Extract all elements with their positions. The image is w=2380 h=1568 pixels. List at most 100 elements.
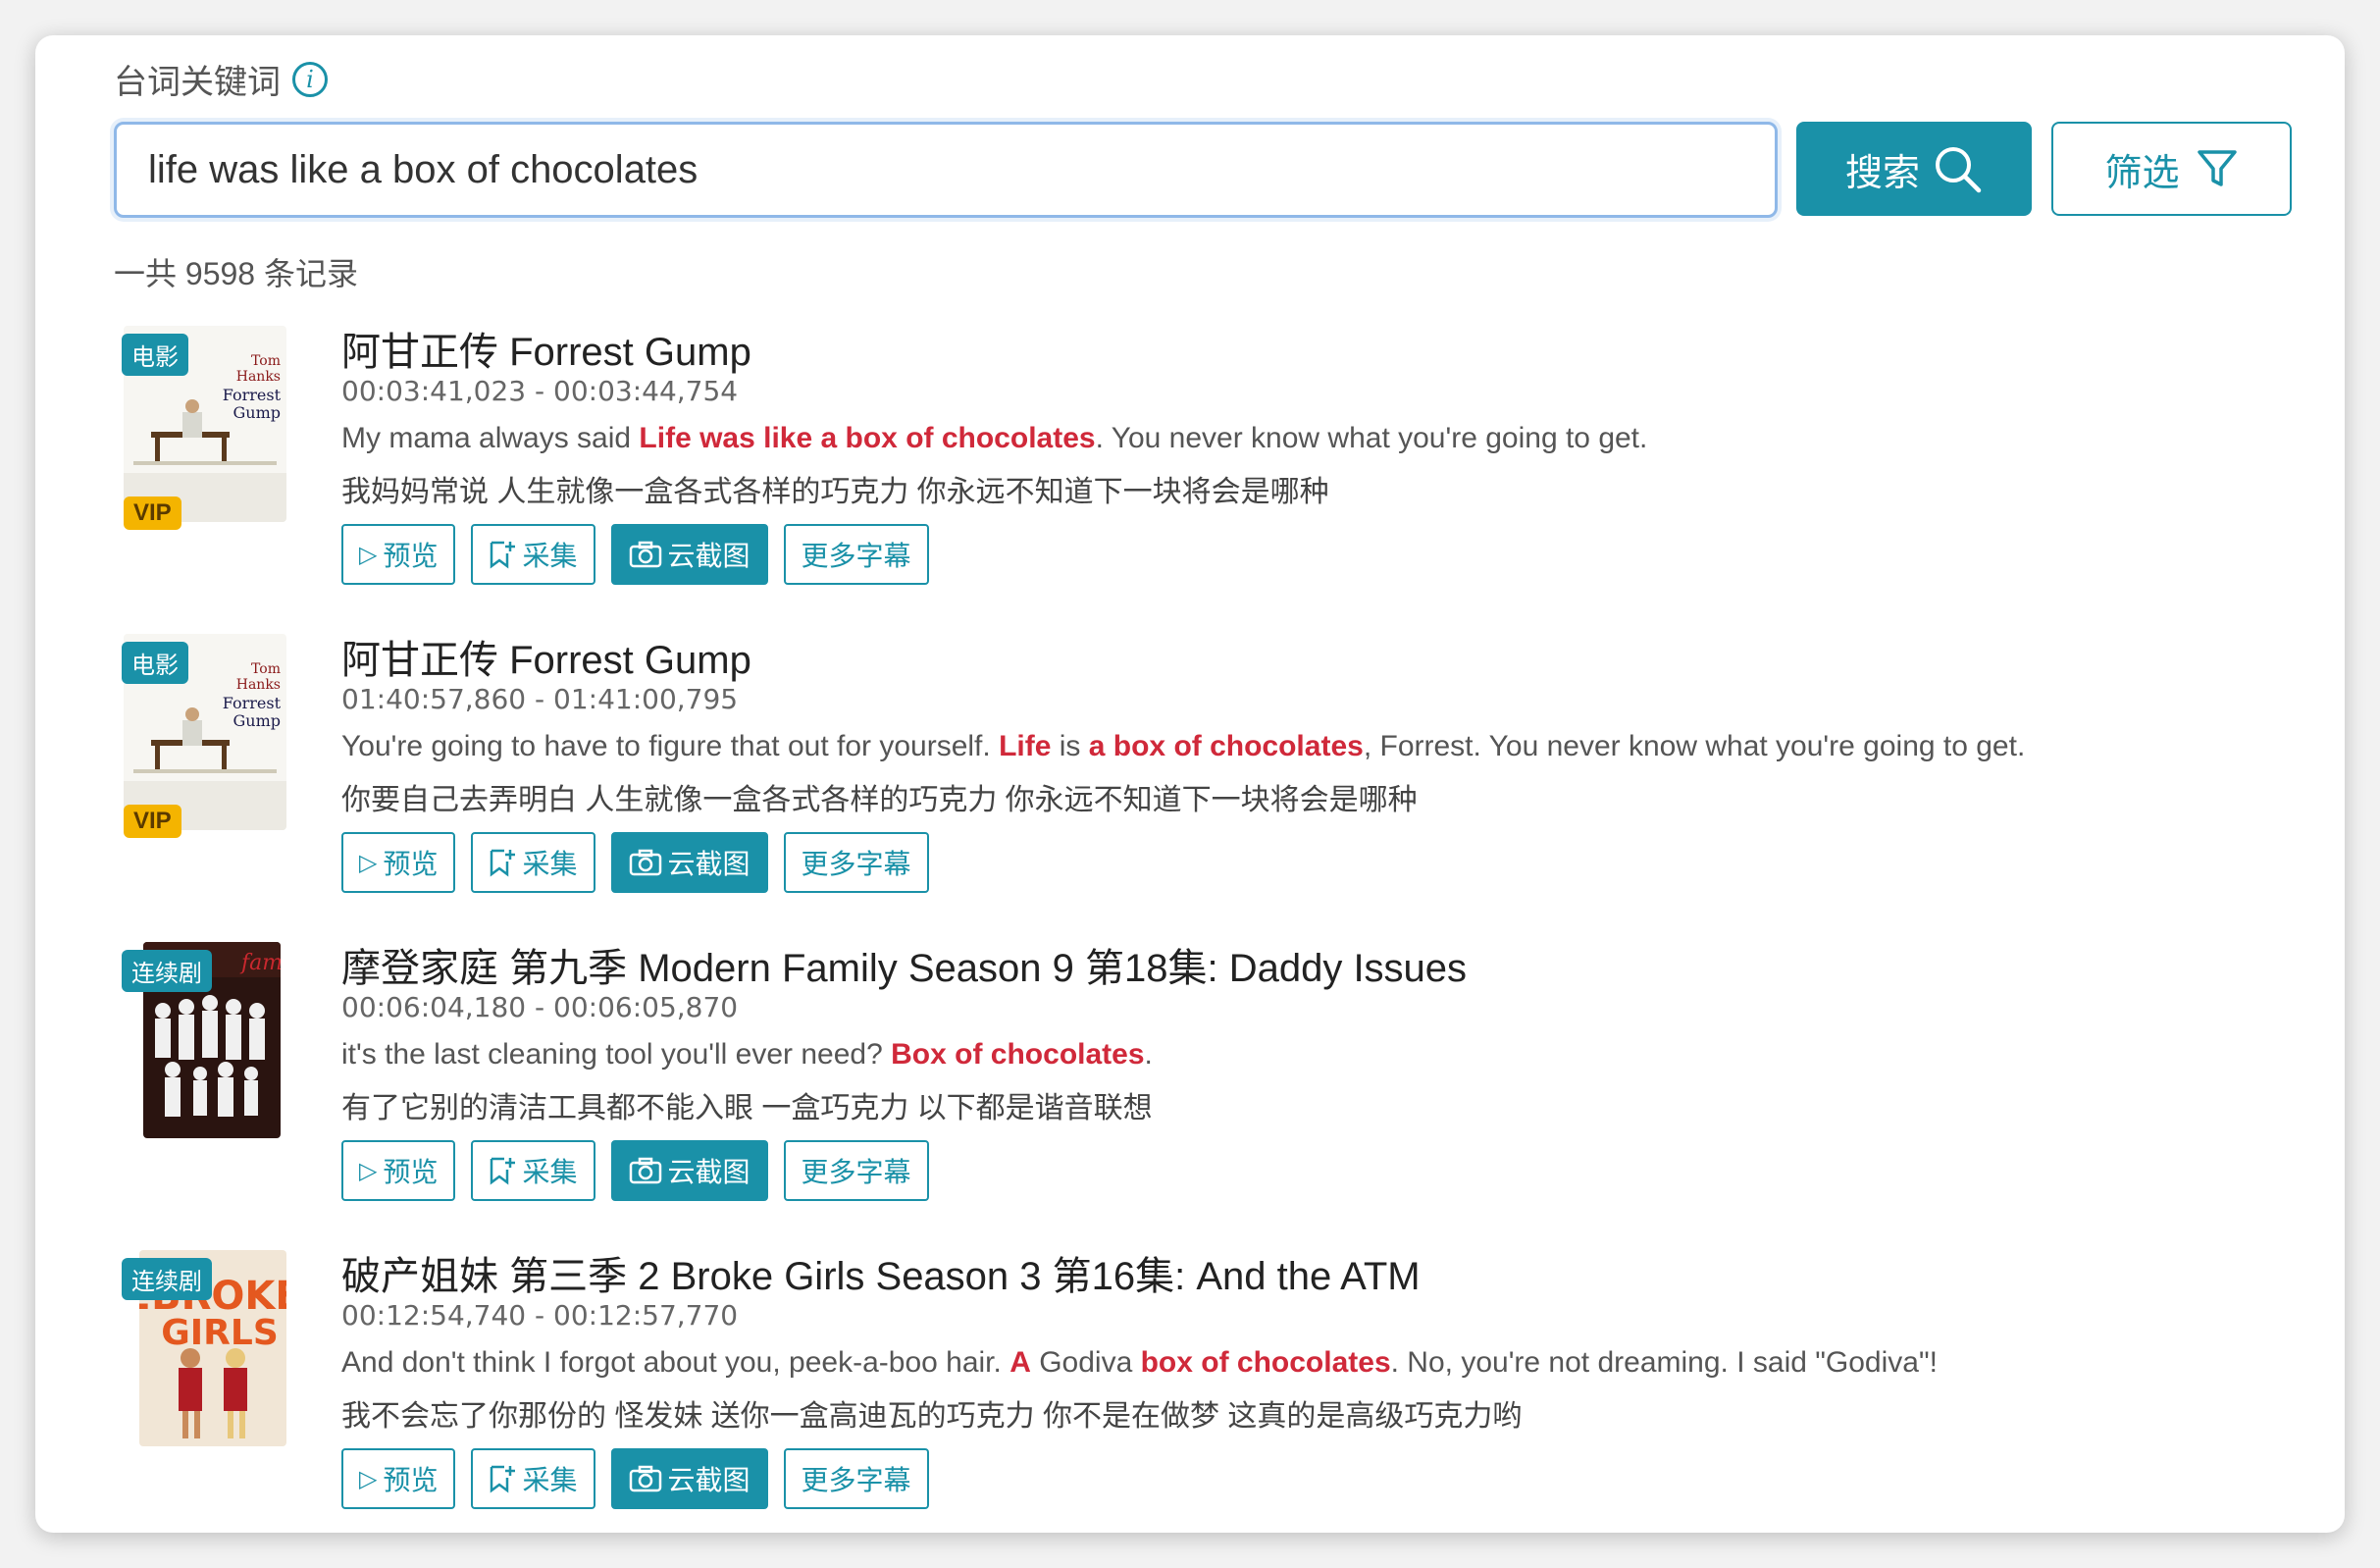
collect-button[interactable]: 采集 <box>471 832 595 893</box>
play-icon: ▷ <box>359 1465 378 1492</box>
play-icon: ▷ <box>359 541 378 568</box>
timecode: 00:03:41,023 - 00:03:44,754 <box>341 375 739 407</box>
result-item: family 连续剧 摩登家庭 第九季 Modern Famil <box>35 936 2345 1230</box>
svg-text:GIRLS: GIRLS <box>161 1313 279 1353</box>
timecode: 00:12:54,740 - 00:12:57,770 <box>341 1299 739 1332</box>
result-title[interactable]: 阿甘正传 Forrest Gump <box>341 628 751 685</box>
play-icon: ▷ <box>359 1157 378 1184</box>
subtitle-text: is <box>1051 730 1089 762</box>
collect-button[interactable]: 采集 <box>471 524 595 585</box>
keyword-label: 台词关键词 <box>114 64 281 101</box>
result-count: 一共 9598 条记录 <box>114 256 358 291</box>
result-title[interactable]: 阿甘正传 Forrest Gump <box>341 320 751 377</box>
result-title[interactable]: 破产姐妹 第三季 2 Broke Girls Season 3 第16集: An… <box>341 1244 1421 1301</box>
result-title[interactable]: 摩登家庭 第九季 Modern Family Season 9 第18集: Da… <box>341 936 1467 993</box>
camera-icon <box>629 541 661 568</box>
highlight-text: Box of chocolates <box>891 1038 1145 1071</box>
more-subtitles-label: 更多字幕 <box>801 849 911 879</box>
camera-icon <box>629 1465 661 1492</box>
chinese-subtitle: 你要自己去弄明白 人生就像一盒各式各样的巧克力 你永远不知道下一块将会是哪种 <box>341 784 1418 816</box>
result-item: Tom Hanks Forrest Gump 电影 VIP 阿甘正传 Forre… <box>35 628 2345 922</box>
collect-label: 采集 <box>522 541 578 571</box>
screenshot-label: 云截图 <box>667 849 750 879</box>
search-input[interactable] <box>114 122 1778 218</box>
vip-badge: VIP <box>124 497 181 530</box>
preview-label: 预览 <box>383 849 439 879</box>
english-subtitle: You're going to have to figure that out … <box>341 730 2025 763</box>
timecode: 01:40:57,860 - 01:41:00,795 <box>341 683 739 715</box>
result-item: 2BROKE GIRLS 连续剧 破产姐妹 第三季 2 Broke Girls … <box>35 1244 2345 1533</box>
more-subtitles-label: 更多字幕 <box>801 1157 911 1187</box>
result-item: Tom Hanks Forrest Gump 电影 VIP 阿甘正传 Forre… <box>35 320 2345 614</box>
collect-button[interactable]: 采集 <box>471 1140 595 1201</box>
collect-label: 采集 <box>522 1465 578 1495</box>
chinese-subtitle: 我妈妈常说 人生就像一盒各式各样的巧克力 你永远不知道下一块将会是哪种 <box>341 476 1329 508</box>
screenshot-button[interactable]: 云截图 <box>610 524 768 585</box>
english-subtitle: it's the last cleaning tool you'll ever … <box>341 1038 1153 1071</box>
screenshot-label: 云截图 <box>667 541 750 571</box>
english-subtitle: My mama always said Life was like a box … <box>341 422 1647 455</box>
subtitle-text: it's the last cleaning tool you'll ever … <box>341 1038 892 1071</box>
screenshot-label: 云截图 <box>667 1465 750 1495</box>
category-tag: 连续剧 <box>122 1258 212 1300</box>
more-subtitles-button[interactable]: 更多字幕 <box>783 832 929 893</box>
vip-badge: VIP <box>124 805 181 838</box>
action-bar: ▷ 预览 采集 云截图 更多字幕 <box>341 1448 929 1509</box>
preview-button[interactable]: ▷ 预览 <box>341 832 456 893</box>
screenshot-button[interactable]: 云截图 <box>610 832 768 893</box>
search-panel: 台词关键词 i 搜索 筛选 一共 9598 条记录 Tom Hanks Forr <box>35 35 2345 1533</box>
highlight-text: Life <box>999 730 1052 762</box>
category-tag: 连续剧 <box>122 950 212 992</box>
more-subtitles-button[interactable]: 更多字幕 <box>783 1140 929 1201</box>
camera-icon <box>629 1157 661 1184</box>
camera-icon <box>629 849 661 876</box>
search-button[interactable]: 搜索 <box>1796 122 2032 216</box>
svg-text:Forrest: Forrest <box>223 386 282 404</box>
subtitle-text: , Forrest. You never know what you're go… <box>1363 730 2026 762</box>
keyword-label-row: 台词关键词 i <box>114 55 328 103</box>
bookmark-add-icon <box>491 849 516 877</box>
info-icon[interactable]: i <box>292 61 328 97</box>
preview-label: 预览 <box>383 1157 439 1187</box>
highlight-text: box of chocolates <box>1140 1346 1391 1379</box>
preview-button[interactable]: ▷ 预览 <box>341 1448 456 1509</box>
screenshot-button[interactable]: 云截图 <box>610 1448 768 1509</box>
subtitle-text: You're going to have to figure that out … <box>341 730 1000 762</box>
svg-text:Gump: Gump <box>233 403 282 422</box>
subtitle-text: Godiva <box>1030 1346 1141 1379</box>
svg-text:Hanks: Hanks <box>236 677 281 693</box>
filter-button-label: 筛选 <box>2104 152 2180 194</box>
subtitle-text: . You never know what you're going to ge… <box>1095 422 1648 454</box>
subtitle-text: My mama always said <box>341 422 640 454</box>
bookmark-add-icon <box>491 541 516 569</box>
action-bar: ▷ 预览 采集 云截图 更多字幕 <box>341 524 929 585</box>
svg-text:Tom: Tom <box>251 353 281 369</box>
highlight-text: a box of chocolates <box>1088 730 1364 762</box>
subtitle-text: . No, you're not dreaming. I said "Godiv… <box>1390 1346 1938 1379</box>
highlight-text: A <box>1009 1346 1031 1379</box>
more-subtitles-label: 更多字幕 <box>801 541 911 571</box>
chinese-subtitle: 有了它别的清洁工具都不能入眼 一盒巧克力 以下都是谐音联想 <box>341 1092 1153 1124</box>
more-subtitles-button[interactable]: 更多字幕 <box>783 1448 929 1509</box>
collect-button[interactable]: 采集 <box>471 1448 595 1509</box>
subtitle-text: And don't think I forgot about you, peek… <box>341 1346 1010 1379</box>
filter-icon <box>2197 150 2237 186</box>
more-subtitles-label: 更多字幕 <box>801 1465 911 1495</box>
subtitle-text: . <box>1144 1038 1153 1071</box>
timecode: 00:06:04,180 - 00:06:05,870 <box>341 991 739 1023</box>
bookmark-add-icon <box>491 1157 516 1185</box>
preview-button[interactable]: ▷ 预览 <box>341 524 456 585</box>
english-subtitle: And don't think I forgot about you, peek… <box>341 1346 1938 1380</box>
search-button-label: 搜索 <box>1844 152 1920 194</box>
more-subtitles-button[interactable]: 更多字幕 <box>783 524 929 585</box>
screenshot-label: 云截图 <box>667 1157 750 1187</box>
filter-button[interactable]: 筛选 <box>2051 122 2292 216</box>
category-tag: 电影 <box>122 642 188 684</box>
action-bar: ▷ 预览 采集 云截图 更多字幕 <box>341 832 929 893</box>
svg-text:Gump: Gump <box>233 711 282 730</box>
highlight-text: Life was like a box of chocolates <box>639 422 1096 454</box>
chinese-subtitle: 我不会忘了你那份的 怪发妹 送你一盒高迪瓦的巧克力 你不是在做梦 这真的是高级巧… <box>341 1400 1523 1433</box>
preview-button[interactable]: ▷ 预览 <box>341 1140 456 1201</box>
category-tag: 电影 <box>122 334 188 376</box>
screenshot-button[interactable]: 云截图 <box>610 1140 768 1201</box>
